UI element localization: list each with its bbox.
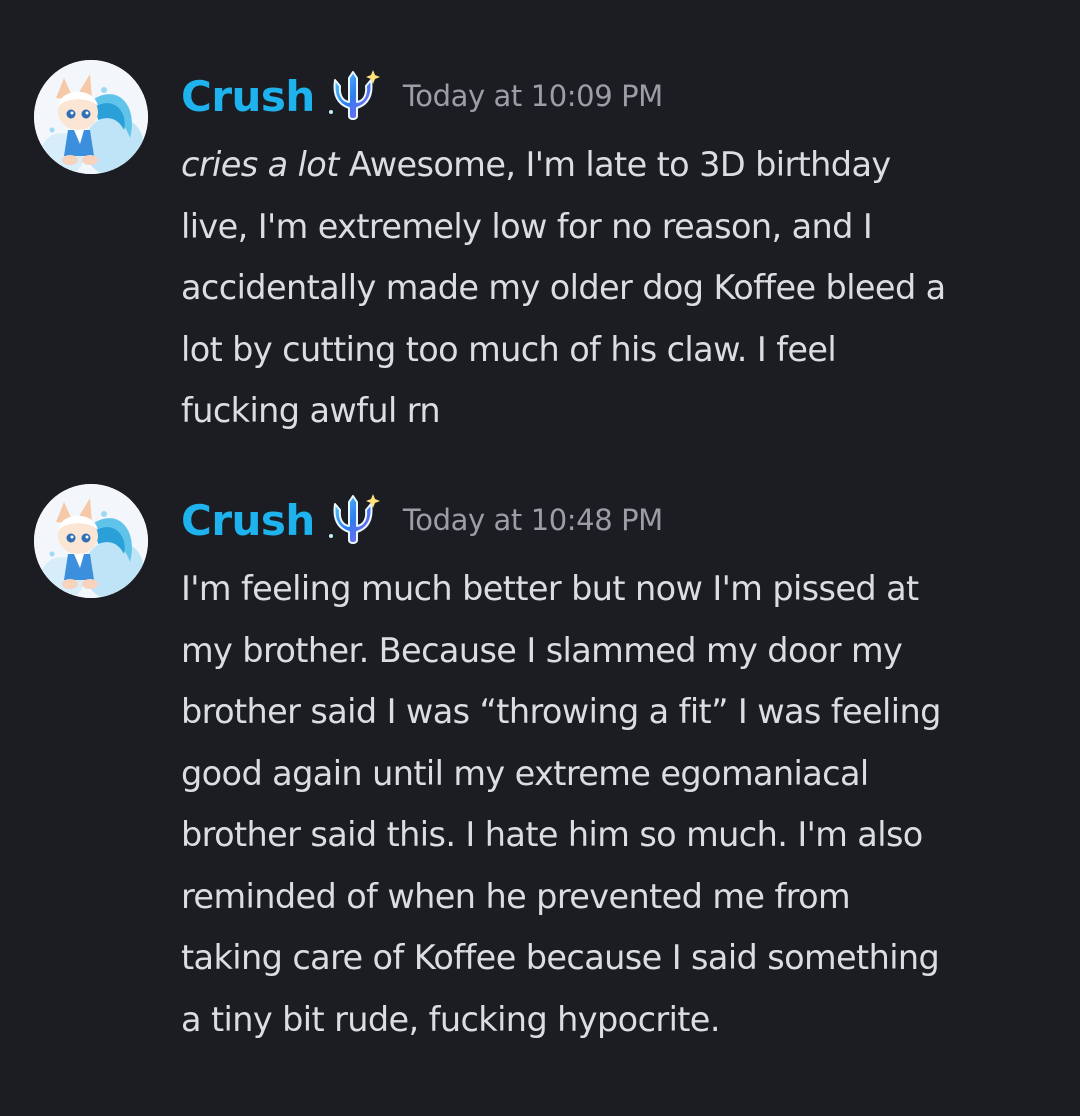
- italic-text: cries a lot: [181, 145, 339, 184]
- message-line: live, I'm extremely low for no reason, a…: [181, 206, 873, 246]
- avatar[interactable]: [34, 60, 148, 174]
- message-line: accidentally made my older dog Koffee bl…: [181, 268, 946, 307]
- message-line: a tiny bit rude, fucking hypocrite.: [181, 999, 720, 1039]
- message-line: my brother. Because I slammed my door my: [181, 630, 903, 670]
- message-line: taking care of Koffee because I said som…: [181, 938, 940, 977]
- avatar[interactable]: [34, 484, 148, 598]
- avatar-image: [34, 484, 148, 598]
- username[interactable]: Crush: [181, 496, 315, 545]
- timestamp: Today at 10:48 PM: [402, 503, 663, 537]
- message-line: fucking awful rn: [181, 391, 441, 430]
- message-line: brother said this. I hate him so much. I…: [181, 815, 923, 854]
- avatar-image: [34, 60, 148, 174]
- username[interactable]: Crush: [181, 72, 315, 121]
- message-header: Crush Today at 10:09 PM: [181, 66, 663, 126]
- trident-icon[interactable]: [323, 490, 383, 550]
- message-text: Awesome, I'm late to 3D birthday: [338, 145, 891, 184]
- chat-view: Crush Today at 10:09 PM cries a lot Awes…: [0, 0, 1080, 1116]
- message-line: I'm feeling much better but now I'm piss…: [181, 569, 919, 608]
- timestamp: Today at 10:09 PM: [402, 79, 663, 113]
- trident-icon[interactable]: [323, 66, 383, 126]
- message-line: brother said I was “throwing a fit” I wa…: [181, 692, 941, 731]
- message-line: lot by cutting too much of his claw. I f…: [181, 329, 837, 369]
- message-line: reminded of when he prevented me from: [181, 876, 851, 916]
- message-content: I'm feeling much better but now I'm piss…: [181, 558, 1061, 1050]
- message-line: good again until my extreme egomaniacal: [181, 753, 869, 793]
- message-content: cries a lot Awesome, I'm late to 3D birt…: [181, 134, 1061, 442]
- message-header: Crush Today at 10:48 PM: [181, 490, 663, 550]
- message-line: cries a lot Awesome, I'm late to 3D birt…: [181, 134, 1061, 196]
